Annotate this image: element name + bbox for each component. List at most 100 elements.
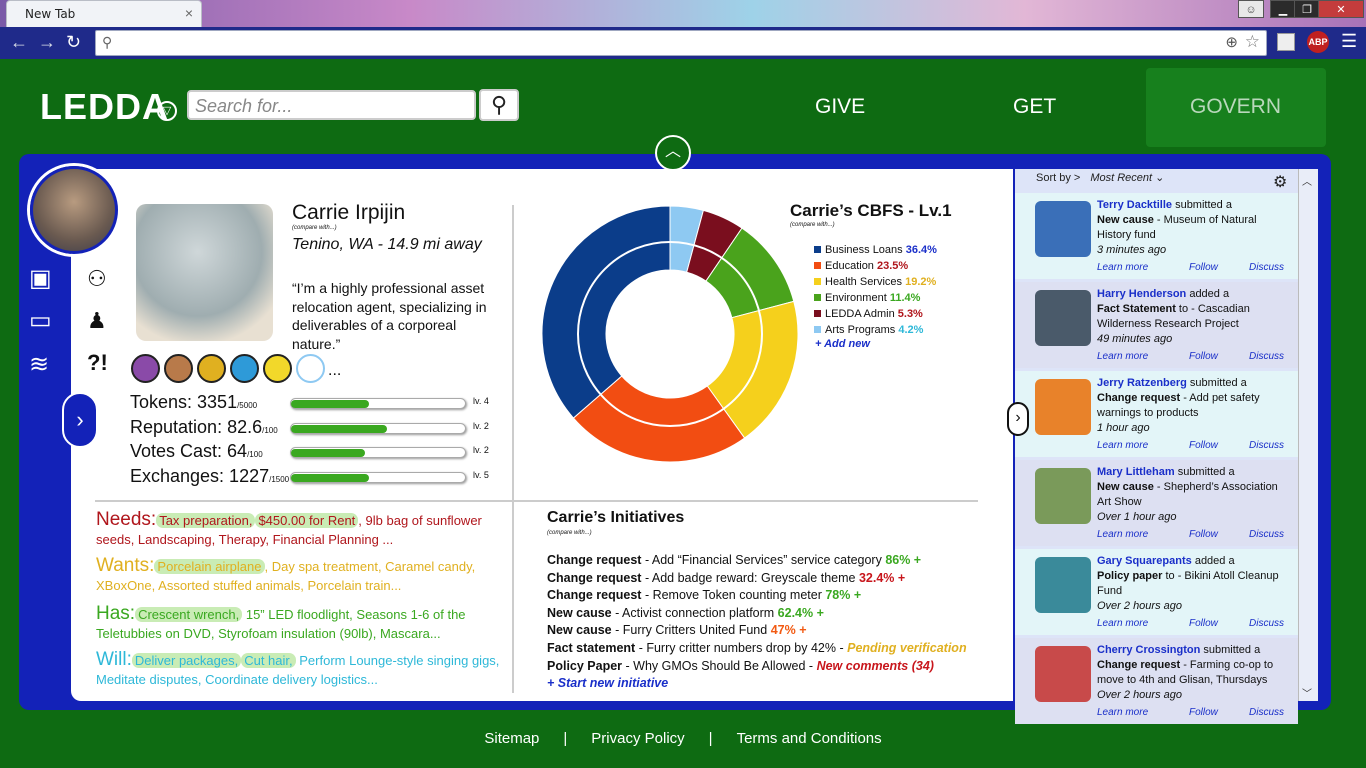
calendar-badge-icon[interactable] (164, 354, 193, 383)
learn-more-link[interactable]: Learn more (1097, 618, 1189, 629)
learn-more-link[interactable]: Learn more (1097, 440, 1189, 451)
feed-user[interactable]: Harry Henderson (1097, 288, 1186, 300)
messages-icon[interactable]: ▭ (29, 306, 52, 335)
sign-badge-icon[interactable] (263, 354, 292, 383)
wants-highlight-item[interactable]: Porcelain airplane (154, 559, 265, 574)
profile-compare-link[interactable]: (compare with...) (292, 225, 337, 231)
feed-user[interactable]: Terry Dacktille (1097, 199, 1172, 211)
profile-icon[interactable]: ☺ (1238, 0, 1264, 18)
feed-item[interactable]: Harry Henderson added a Fact Statement to… (1015, 282, 1298, 368)
chevron-down-icon[interactable]: ⌄ (1155, 172, 1164, 184)
footer-terms[interactable]: Terms and Conditions (737, 730, 882, 747)
nav-give[interactable]: GIVE (815, 95, 865, 119)
footer-privacy[interactable]: Privacy Policy (591, 730, 684, 747)
discuss-link[interactable]: Discuss (1249, 351, 1289, 362)
user-avatar[interactable] (30, 166, 118, 254)
discuss-link[interactable]: Discuss (1249, 440, 1289, 451)
education-icon[interactable]: ≋ (29, 350, 49, 379)
feed-item[interactable]: Jerry Ratzenberg submitted a Change reque… (1015, 371, 1298, 457)
initiative-item[interactable]: New cause - Activist connection platform… (547, 605, 997, 623)
close-window-icon[interactable]: ✕ (1318, 0, 1364, 18)
feed-thumbnail[interactable] (1035, 201, 1091, 257)
legend-item[interactable]: Business Loans 36.4% (814, 242, 937, 258)
add-friend-icon[interactable]: ⚇ (87, 266, 107, 292)
bookmark-star-icon[interactable]: ☆ (1245, 32, 1260, 52)
initiative-item[interactable]: Change request - Add “Financial Services… (547, 552, 997, 570)
learn-more-link[interactable]: Learn more (1097, 707, 1189, 718)
feed-scrollbar[interactable]: ︿ ﹀ (1298, 169, 1318, 701)
feed-item[interactable]: Gary Squarepants added a Policy paper to … (1015, 549, 1298, 635)
feed-user[interactable]: Mary Littleham (1097, 466, 1175, 478)
sparkle-badge-icon[interactable] (230, 354, 259, 383)
feed-thumbnail[interactable] (1035, 646, 1091, 702)
donut-slice-business-loans[interactable] (541, 205, 671, 419)
initiative-item[interactable]: Fact statement - Furry critter numbers d… (547, 640, 997, 658)
feed-thumbnail[interactable] (1035, 290, 1091, 346)
sort-value[interactable]: Most Recent (1090, 172, 1152, 184)
will-highlight-item[interactable]: Deliver packages, (131, 653, 242, 668)
maximize-icon[interactable]: ❐ (1294, 0, 1320, 18)
expand-feed-icon[interactable]: › (1007, 402, 1029, 436)
learn-more-link[interactable]: Learn more (1097, 529, 1189, 540)
reload-icon[interactable]: ↻ (66, 32, 81, 53)
discuss-link[interactable]: Discuss (1249, 618, 1289, 629)
feed-user[interactable]: Jerry Ratzenberg (1097, 377, 1187, 389)
footer-sitemap[interactable]: Sitemap (484, 730, 539, 747)
chevron-down-icon[interactable]: ▽ (157, 101, 177, 121)
expand-left-icon[interactable]: › (62, 392, 98, 448)
site-logo[interactable]: LEDDA (40, 86, 169, 128)
follow-link[interactable]: Follow (1189, 351, 1249, 362)
gear-icon[interactable]: ⚙ (1273, 172, 1287, 192)
follow-link[interactable]: Follow (1189, 262, 1249, 273)
profile-settings-icon[interactable]: ▣ (29, 264, 52, 293)
follow-link[interactable]: Follow (1189, 529, 1249, 540)
follow-link[interactable]: Follow (1189, 440, 1249, 451)
discuss-link[interactable]: Discuss (1249, 262, 1289, 273)
adblock-icon[interactable]: ABP (1307, 31, 1329, 53)
feed-sort[interactable]: Sort by > Most Recent ⌄ (1036, 171, 1164, 184)
legend-item[interactable]: Health Services 19.2% (814, 274, 937, 290)
follow-link[interactable]: Follow (1189, 707, 1249, 718)
initiative-item[interactable]: Policy Paper - Why GMOs Should Be Allowe… (547, 658, 997, 676)
legend-item[interactable]: LEDDA Admin 5.3% (814, 306, 937, 322)
start-initiative-link[interactable]: + Start new initiative (547, 676, 668, 690)
legend-item[interactable]: Education 23.5% (814, 258, 937, 274)
minimize-icon[interactable]: ▁ (1270, 0, 1296, 18)
feed-item[interactable]: Terry Dacktille submitted a New cause - M… (1015, 193, 1298, 279)
discuss-link[interactable]: Discuss (1249, 707, 1289, 718)
learn-more-link[interactable]: Learn more (1097, 262, 1189, 273)
clock-badge-icon[interactable] (197, 354, 226, 383)
initiatives-compare-link[interactable]: (compare with...) (547, 530, 592, 536)
follow-link[interactable]: Follow (1189, 618, 1249, 629)
search-button[interactable]: ⚲ (479, 89, 519, 121)
back-icon[interactable]: ← (10, 32, 28, 53)
search-input[interactable] (195, 96, 465, 116)
scroll-up-icon[interactable]: ︿ (1302, 173, 1312, 188)
feed-user[interactable]: Cherry Crossington (1097, 644, 1200, 656)
feed-thumbnail[interactable] (1035, 468, 1091, 524)
feed-user[interactable]: Gary Squarepants (1097, 555, 1192, 567)
learn-more-link[interactable]: Learn more (1097, 351, 1189, 362)
address-bar[interactable]: ⚲ ⊕ ☆ (95, 30, 1267, 56)
initiative-item[interactable]: Change request - Add badge reward: Greys… (547, 570, 997, 588)
forward-icon[interactable]: → (38, 32, 56, 53)
legend-item[interactable]: Environment 11.4% (814, 290, 937, 306)
initiative-item[interactable]: Change request - Remove Token counting m… (547, 587, 997, 605)
initiative-item[interactable]: New cause - Furry Critters United Fund 4… (547, 622, 997, 640)
nav-govern-tab[interactable]: GOVERN (1146, 68, 1326, 147)
needs-highlight-item[interactable]: $450.00 for Rent (255, 513, 359, 528)
feed-thumbnail[interactable] (1035, 379, 1091, 435)
browser-menu-icon[interactable]: ☰ (1341, 31, 1357, 52)
will-highlight-item[interactable]: Cut hair, (241, 653, 296, 668)
report-icon[interactable]: ?! (87, 350, 108, 376)
needs-highlight-item[interactable]: Tax preparation, (156, 513, 256, 528)
cbfs-add-new[interactable]: + Add new (815, 338, 870, 350)
discuss-link[interactable]: Discuss (1249, 529, 1289, 540)
collapse-up-icon[interactable]: ︿ (655, 135, 691, 171)
feed-item[interactable]: Cherry Crossington submitted a Change req… (1015, 638, 1298, 724)
zoom-icon[interactable]: ⊕ (1225, 33, 1238, 51)
nav-get[interactable]: GET (1013, 95, 1056, 119)
feed-item[interactable]: Mary Littleham submitted a New cause - Sh… (1015, 460, 1298, 546)
browser-tab[interactable]: New Tab × (6, 0, 202, 27)
legend-item[interactable]: Arts Programs 4.2% (814, 322, 937, 338)
